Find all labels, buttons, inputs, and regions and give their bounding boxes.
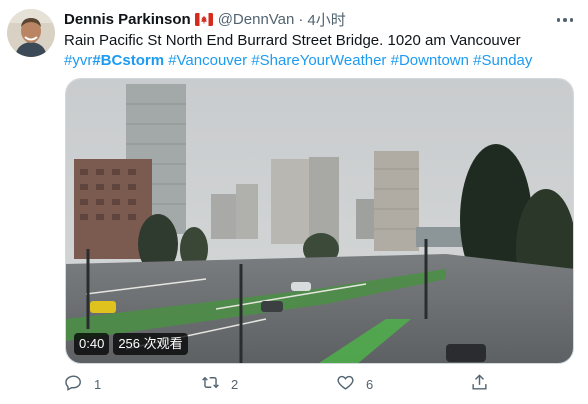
retweet-button[interactable]: 2 bbox=[201, 372, 238, 396]
like-icon bbox=[336, 373, 355, 395]
tweet-timestamp[interactable]: 4小时 bbox=[307, 9, 345, 30]
video-overlay: 0:40 256 次观看 bbox=[74, 333, 188, 355]
tweet-actions: 1 2 6 bbox=[64, 372, 579, 396]
video-thumbnail bbox=[66, 79, 573, 363]
hashtag-link[interactable]: #Sunday bbox=[473, 52, 532, 69]
share-icon bbox=[470, 373, 489, 395]
author-name[interactable]: Dennis Parkinson bbox=[64, 11, 191, 28]
hashtag-link[interactable]: #Vancouver bbox=[168, 52, 247, 69]
video-duration: 0:40 bbox=[74, 333, 110, 355]
video-view-count: 256 次观看 bbox=[113, 333, 188, 355]
share-button[interactable] bbox=[470, 372, 489, 396]
hashtag-link[interactable]: #BCstorm bbox=[92, 52, 164, 69]
header-separator: · bbox=[298, 10, 304, 28]
more-options-icon[interactable] bbox=[551, 9, 579, 31]
retweet-count: 2 bbox=[231, 376, 239, 392]
video-player[interactable]: 0:40 256 次观看 bbox=[65, 78, 574, 364]
reply-button[interactable]: 1 bbox=[64, 372, 101, 396]
avatar[interactable] bbox=[7, 9, 55, 57]
tweet-text-segment: Rain Pacific St North End Burrard Street… bbox=[64, 32, 521, 49]
tweet-text: Rain Pacific St North End Burrard Street… bbox=[64, 31, 579, 71]
reply-icon bbox=[64, 373, 83, 395]
like-count: 6 bbox=[366, 376, 374, 392]
retweet-icon bbox=[201, 373, 220, 395]
hashtag-link[interactable]: #Downtown bbox=[391, 52, 469, 69]
hashtag-link[interactable]: #ShareYourWeather bbox=[251, 52, 386, 69]
like-button[interactable]: 6 bbox=[336, 372, 373, 396]
tweet-header: Dennis Parkinson @DennVan · 4小时 bbox=[64, 8, 346, 30]
hashtag-link[interactable]: #yvr bbox=[64, 52, 92, 69]
reply-count: 1 bbox=[94, 376, 102, 392]
canada-flag-icon bbox=[194, 12, 213, 26]
author-handle[interactable]: @DennVan bbox=[218, 11, 295, 28]
